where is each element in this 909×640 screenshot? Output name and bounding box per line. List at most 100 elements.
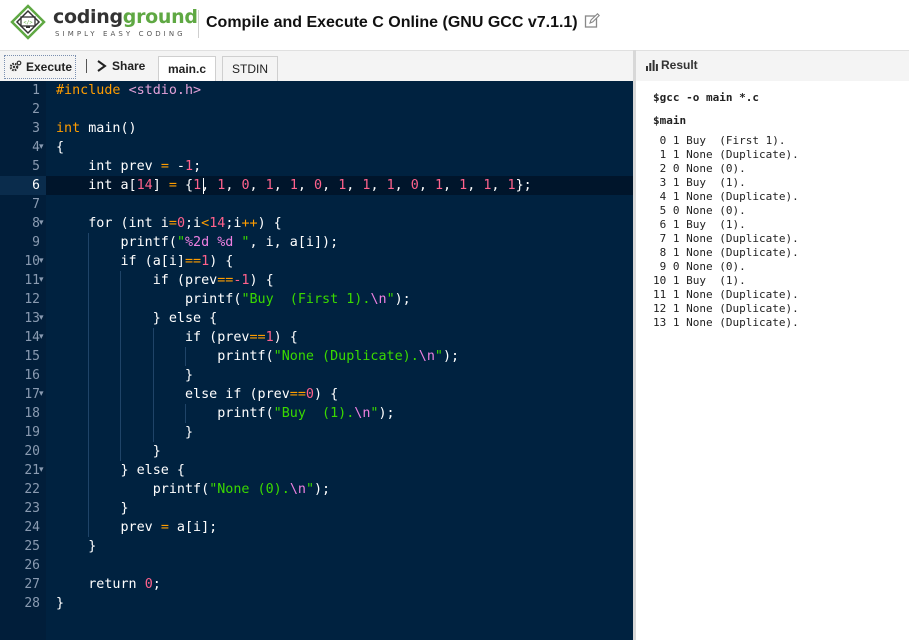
output-line: 10 1 Buy (1). (653, 274, 746, 287)
output-line: 12 1 None (Duplicate). (653, 302, 799, 315)
code-line[interactable]: else if (prev==0) { (56, 385, 338, 404)
line-number: 16 (24, 368, 40, 383)
line-number: 8 (32, 216, 40, 231)
gear-icon (9, 60, 22, 72)
toolbar-separator (86, 59, 87, 73)
line-number: 23 (24, 501, 40, 516)
header-divider (198, 10, 199, 38)
line-number: 9 (32, 235, 40, 250)
code-line[interactable]: } (56, 537, 96, 556)
code-line[interactable]: if (prev==-1) { (56, 271, 274, 290)
tab-main-c[interactable]: main.c (158, 56, 217, 82)
output-line: 7 1 None (Duplicate). (653, 232, 799, 245)
code-line[interactable]: if (prev==1) { (56, 328, 298, 347)
code-line[interactable]: int prev = -1; (56, 157, 201, 176)
code-line[interactable]: for (int i=0;i<14;i++) { (56, 214, 282, 233)
code-line[interactable]: } (56, 499, 128, 518)
line-number: 12 (24, 292, 40, 307)
brand-part-coding: coding (53, 6, 123, 28)
code-line[interactable]: return 0; (56, 575, 161, 594)
code-line[interactable]: } else { (56, 309, 218, 328)
output-line: 0 1 Buy (First 1). (653, 134, 786, 147)
line-number: 21 (24, 463, 40, 478)
code-line[interactable]: } (56, 442, 161, 461)
editor-toolbar: Execute Share main.c STDIN (0, 50, 636, 83)
line-number: 28 (24, 596, 40, 611)
code-editor[interactable]: 1 2 3 4 ▾ 5 6 7 8 ▾ 9 10 ▾ 11 ▾ 12 13 ▾ 14 ▾ 15 16 17 ▾ 18 19 20 21… (0, 81, 633, 640)
line-number: 22 (24, 482, 40, 497)
line-number: 2 (32, 102, 40, 117)
code-line[interactable]: { (56, 138, 64, 157)
line-number: 18 (24, 406, 40, 421)
chevron-right-icon (97, 60, 107, 72)
execute-label: Execute (26, 60, 73, 74)
fold-toggle-icon[interactable]: ▾ (39, 252, 44, 271)
line-number: 25 (24, 539, 40, 554)
code-line[interactable]: if (a[i]==1) { (56, 252, 233, 271)
output-line: 6 1 Buy (1). (653, 218, 746, 231)
code-line[interactable]: } (56, 423, 193, 442)
line-number: 20 (24, 444, 40, 459)
fold-toggle-icon[interactable]: ▾ (39, 271, 44, 290)
code-line[interactable]: printf("Buy (First 1).\n"); (56, 290, 411, 309)
fold-toggle-icon[interactable]: ▾ (39, 461, 44, 480)
fold-toggle-icon[interactable]: ▾ (39, 385, 44, 404)
output-line: 5 0 None (0). (653, 204, 746, 217)
fold-toggle-icon[interactable]: ▾ (39, 328, 44, 347)
code-line[interactable]: } (56, 594, 64, 613)
result-header: Result (636, 50, 909, 82)
line-number: 10 (24, 254, 40, 269)
result-title-label: Result (661, 58, 698, 72)
output-line: 1 1 None (Duplicate). (653, 148, 799, 161)
line-number: 15 (24, 349, 40, 364)
code-line[interactable]: int main() (56, 119, 137, 138)
page-title: Compile and Execute C Online (GNU GCC v7… (206, 14, 578, 31)
code-line[interactable]: #include <stdio.h> (56, 81, 201, 100)
code-line[interactable]: } else { (56, 461, 185, 480)
line-number: 14 (24, 330, 40, 345)
codingground-logo-icon[interactable]: </> (8, 4, 48, 40)
line-number: 1 (32, 83, 40, 98)
code-line[interactable]: printf("None (0).\n"); (56, 480, 330, 499)
output-line: 2 0 None (0). (653, 162, 746, 175)
output-line: 9 0 None (0). (653, 260, 746, 273)
svg-text:</>: </> (23, 20, 32, 26)
line-number: 24 (24, 520, 40, 535)
line-number: 17 (24, 387, 40, 402)
run-command: $main (653, 114, 687, 127)
bar-chart-icon (646, 59, 658, 71)
tab-stdin[interactable]: STDIN (222, 56, 278, 81)
header: </> codingground SIMPLY EASY CODING Comp… (0, 0, 909, 48)
brand-tagline: SIMPLY EASY CODING (55, 30, 186, 38)
code-line[interactable]: printf("%2d %d ", i, a[i]); (56, 233, 338, 252)
share-button[interactable]: Share (96, 55, 145, 77)
text-cursor (203, 178, 204, 194)
edit-icon[interactable] (584, 13, 600, 29)
code-line[interactable]: printf("Buy (1).\n"); (56, 404, 394, 423)
line-number: 7 (32, 197, 40, 212)
output-line: 8 1 None (Duplicate). (653, 246, 799, 259)
line-number: 13 (24, 311, 40, 326)
line-number: 4 (32, 140, 40, 155)
code-line[interactable]: } (56, 366, 193, 385)
line-number: 19 (24, 425, 40, 440)
line-number: 5 (32, 159, 40, 174)
fold-toggle-icon[interactable]: ▾ (39, 214, 44, 233)
execute-button[interactable]: Execute (4, 55, 77, 79)
result-title: Result (646, 58, 698, 72)
code-line[interactable]: int a[14] = {1, 1, 0, 1, 1, 0, 1, 1, 1, … (56, 176, 531, 195)
code-line[interactable]: printf("None (Duplicate).\n"); (56, 347, 459, 366)
line-number: 3 (32, 121, 40, 136)
line-number: 26 (24, 558, 40, 573)
output-line: 13 1 None (Duplicate). (653, 316, 799, 329)
result-output: $gcc -o main *.c $main 0 1 Buy (First 1)… (636, 81, 909, 640)
brand-name[interactable]: codingground (53, 6, 198, 28)
code-line[interactable]: prev = a[i]; (56, 518, 217, 537)
fold-toggle-icon[interactable]: ▾ (39, 309, 44, 328)
compile-command: $gcc -o main *.c (653, 91, 759, 104)
line-number: 11 (24, 273, 40, 288)
output-line: 4 1 None (Duplicate). (653, 190, 799, 203)
line-number: 27 (24, 577, 40, 592)
brand-part-ground: ground (122, 6, 198, 28)
fold-toggle-icon[interactable]: ▾ (39, 138, 44, 157)
